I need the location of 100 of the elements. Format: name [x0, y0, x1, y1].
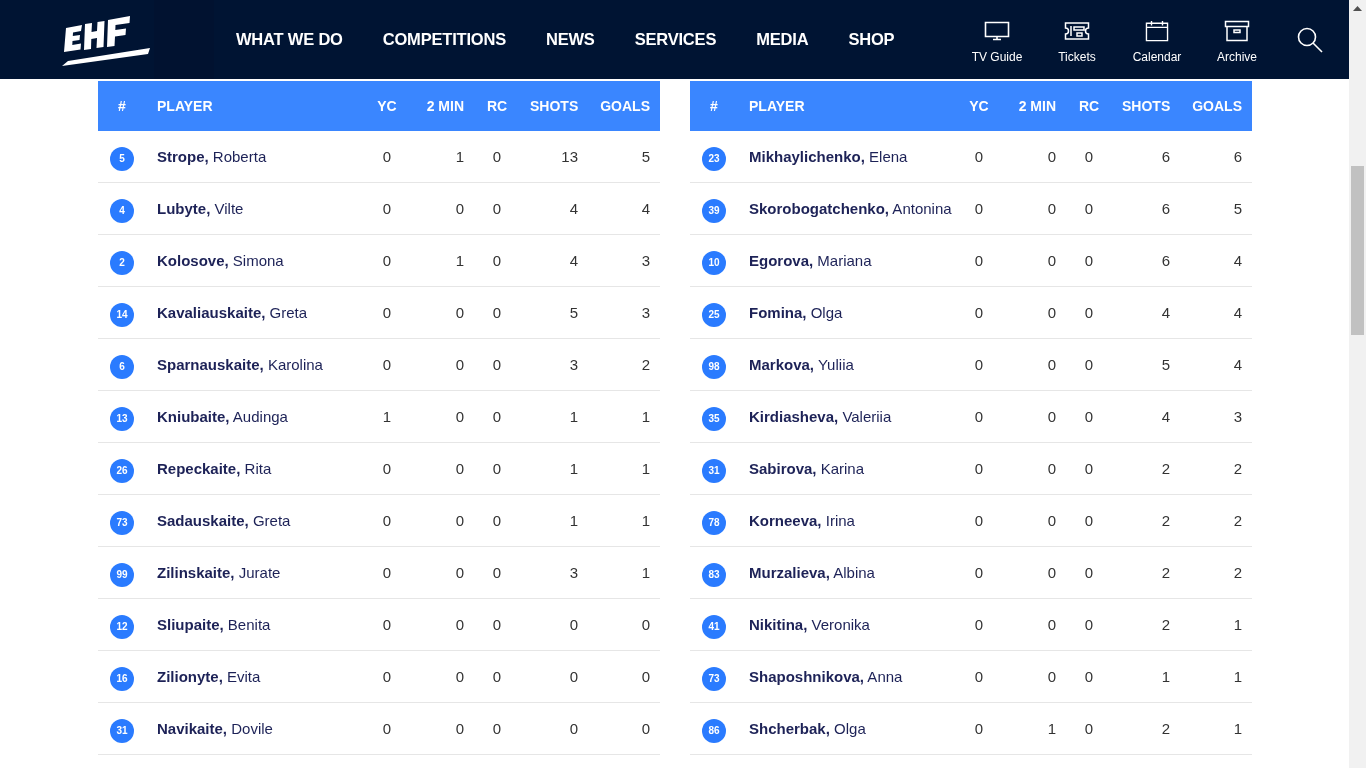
stat-value: 6: [1161, 148, 1170, 165]
stat-value: 0: [1084, 200, 1094, 217]
stat-value: 0: [641, 668, 650, 685]
nav-link[interactable]: SERVICES: [634, 30, 717, 49]
column-header: SHOTS: [530, 98, 578, 114]
player-name-link[interactable]: Murzalieva, Albina: [749, 564, 875, 581]
player-name-link[interactable]: Sparnauskaite, Karolina: [157, 356, 323, 373]
stat-value: 0: [1084, 408, 1094, 425]
quick-link[interactable]: Archive: [1197, 15, 1277, 64]
nav-link[interactable]: SHOP: [848, 30, 895, 49]
scrollbar[interactable]: [1349, 0, 1366, 768]
stat-value: 5: [641, 148, 650, 165]
column-header: GOALS: [1191, 98, 1242, 114]
calendar-icon: [1144, 19, 1170, 42]
stat-value: 1: [382, 408, 392, 425]
player-name-link[interactable]: Nikitina, Veronika: [749, 616, 870, 633]
jersey-number-badge: 78: [702, 510, 726, 535]
stat-value: 0: [974, 408, 984, 425]
quick-link[interactable]: TV Guide: [957, 15, 1037, 64]
stat-value: 2: [1161, 460, 1170, 477]
player-name-link[interactable]: Repeckaite, Rita: [157, 460, 272, 477]
player-name-link[interactable]: Strope, Roberta: [157, 148, 267, 165]
player-name-link[interactable]: Mikhaylichenko, Elena: [749, 148, 908, 165]
player-name-link[interactable]: Lubyte, Vilte: [157, 200, 244, 217]
stat-value: 6: [1233, 148, 1242, 165]
player-name-link[interactable]: Markova, Yuliia: [749, 356, 854, 373]
player-name-link[interactable]: Kniubaite, Audinga: [157, 408, 288, 425]
stat-value: 0: [455, 408, 464, 425]
stat-value: 0: [974, 148, 984, 165]
jersey-number-badge: 31: [110, 718, 134, 743]
stat-value: 0: [974, 720, 984, 737]
column-header: 2 MIN: [425, 98, 464, 114]
player-name-link[interactable]: Skorobogatchenko, Antonina: [749, 200, 952, 217]
player-name-link[interactable]: Kavaliauskaite, Greta: [157, 304, 308, 321]
player-name-link[interactable]: Zilionyte, Evita: [157, 668, 261, 685]
nav-link[interactable]: NEWS: [545, 30, 595, 49]
player-name-link[interactable]: Shcherbak, Olga: [749, 720, 866, 737]
stat-value: 1: [641, 512, 650, 529]
stat-value: 0: [492, 616, 502, 633]
stat-value: 4: [1161, 304, 1170, 321]
stat-value: 0: [1084, 304, 1094, 321]
stat-value: 3: [641, 252, 650, 269]
jersey-number-badge: 2: [110, 250, 134, 275]
stat-value: 1: [455, 252, 464, 269]
stat-value: 1: [641, 564, 650, 581]
player-name-link[interactable]: Sadauskaite, Greta: [157, 512, 291, 529]
scroll-up-arrow-icon[interactable]: [1353, 6, 1362, 11]
jersey-number-badge: 25: [702, 302, 726, 327]
player-name-link[interactable]: Navikaite, Dovile: [157, 720, 273, 737]
stat-value: 0: [974, 356, 984, 373]
stat-value: 0: [492, 668, 502, 685]
stat-value: 0: [974, 252, 984, 269]
quick-link-label: Archive: [1217, 49, 1257, 64]
stat-value: 0: [1084, 356, 1094, 373]
stat-value: 0: [382, 252, 392, 269]
stat-value: 4: [569, 252, 578, 269]
column-header: GOALS: [599, 98, 650, 114]
stat-value: 5: [569, 304, 578, 321]
quick-link[interactable]: Tickets: [1037, 15, 1117, 64]
stat-value: 0: [1047, 356, 1056, 373]
jersey-number-badge: 83: [702, 562, 726, 587]
stat-value: 1: [1233, 720, 1242, 737]
stat-value: 0: [569, 668, 578, 685]
stat-value: 0: [1084, 616, 1094, 633]
scrollbar-thumb[interactable]: [1351, 166, 1364, 335]
player-name-link[interactable]: Egorova, Mariana: [749, 252, 872, 269]
jersey-number-badge: 86: [702, 718, 726, 743]
jersey-number-badge: 6: [110, 354, 134, 379]
player-name-link[interactable]: Fomina, Olga: [749, 304, 843, 321]
stat-value: 4: [641, 200, 650, 217]
player-name-link[interactable]: Sabirova, Karina: [749, 460, 865, 477]
stat-value: 3: [641, 304, 650, 321]
column-header: 2 MIN: [1017, 98, 1056, 114]
stat-value: 4: [1233, 304, 1242, 321]
stat-value: 0: [1047, 200, 1056, 217]
stat-value: 0: [492, 356, 502, 373]
stat-value: 0: [1084, 252, 1094, 269]
stat-value: 5: [1161, 356, 1170, 373]
search-icon[interactable]: [1297, 26, 1323, 53]
player-name-link[interactable]: Korneeva, Irina: [749, 512, 855, 529]
player-name-link[interactable]: Kirdiasheva, Valeriia: [749, 408, 892, 425]
nav-link[interactable]: COMPETITIONS: [382, 30, 506, 49]
nav-link[interactable]: WHAT WE DO: [236, 30, 343, 49]
tv-icon: [984, 19, 1010, 42]
player-name-link[interactable]: Zilinskaite, Jurate: [157, 564, 281, 581]
jersey-number-badge: 73: [110, 510, 134, 535]
stat-value: 0: [569, 616, 578, 633]
stat-value: 3: [1233, 408, 1242, 425]
stat-value: 0: [641, 720, 650, 737]
player-name-link[interactable]: Sliupaite, Benita: [157, 616, 271, 633]
player-name-link[interactable]: Shaposhnikova, Anna: [749, 668, 903, 685]
jersey-number-badge: 41: [702, 614, 726, 639]
player-name-link[interactable]: Kolosove, Simona: [157, 252, 284, 269]
stat-value: 0: [492, 720, 502, 737]
stat-value: 0: [382, 356, 392, 373]
quick-link[interactable]: Calendar: [1117, 15, 1197, 64]
stat-value: 0: [455, 200, 464, 217]
stat-value: 1: [1047, 720, 1056, 737]
nav-link[interactable]: MEDIA: [756, 30, 809, 49]
stat-value: 0: [455, 564, 464, 581]
